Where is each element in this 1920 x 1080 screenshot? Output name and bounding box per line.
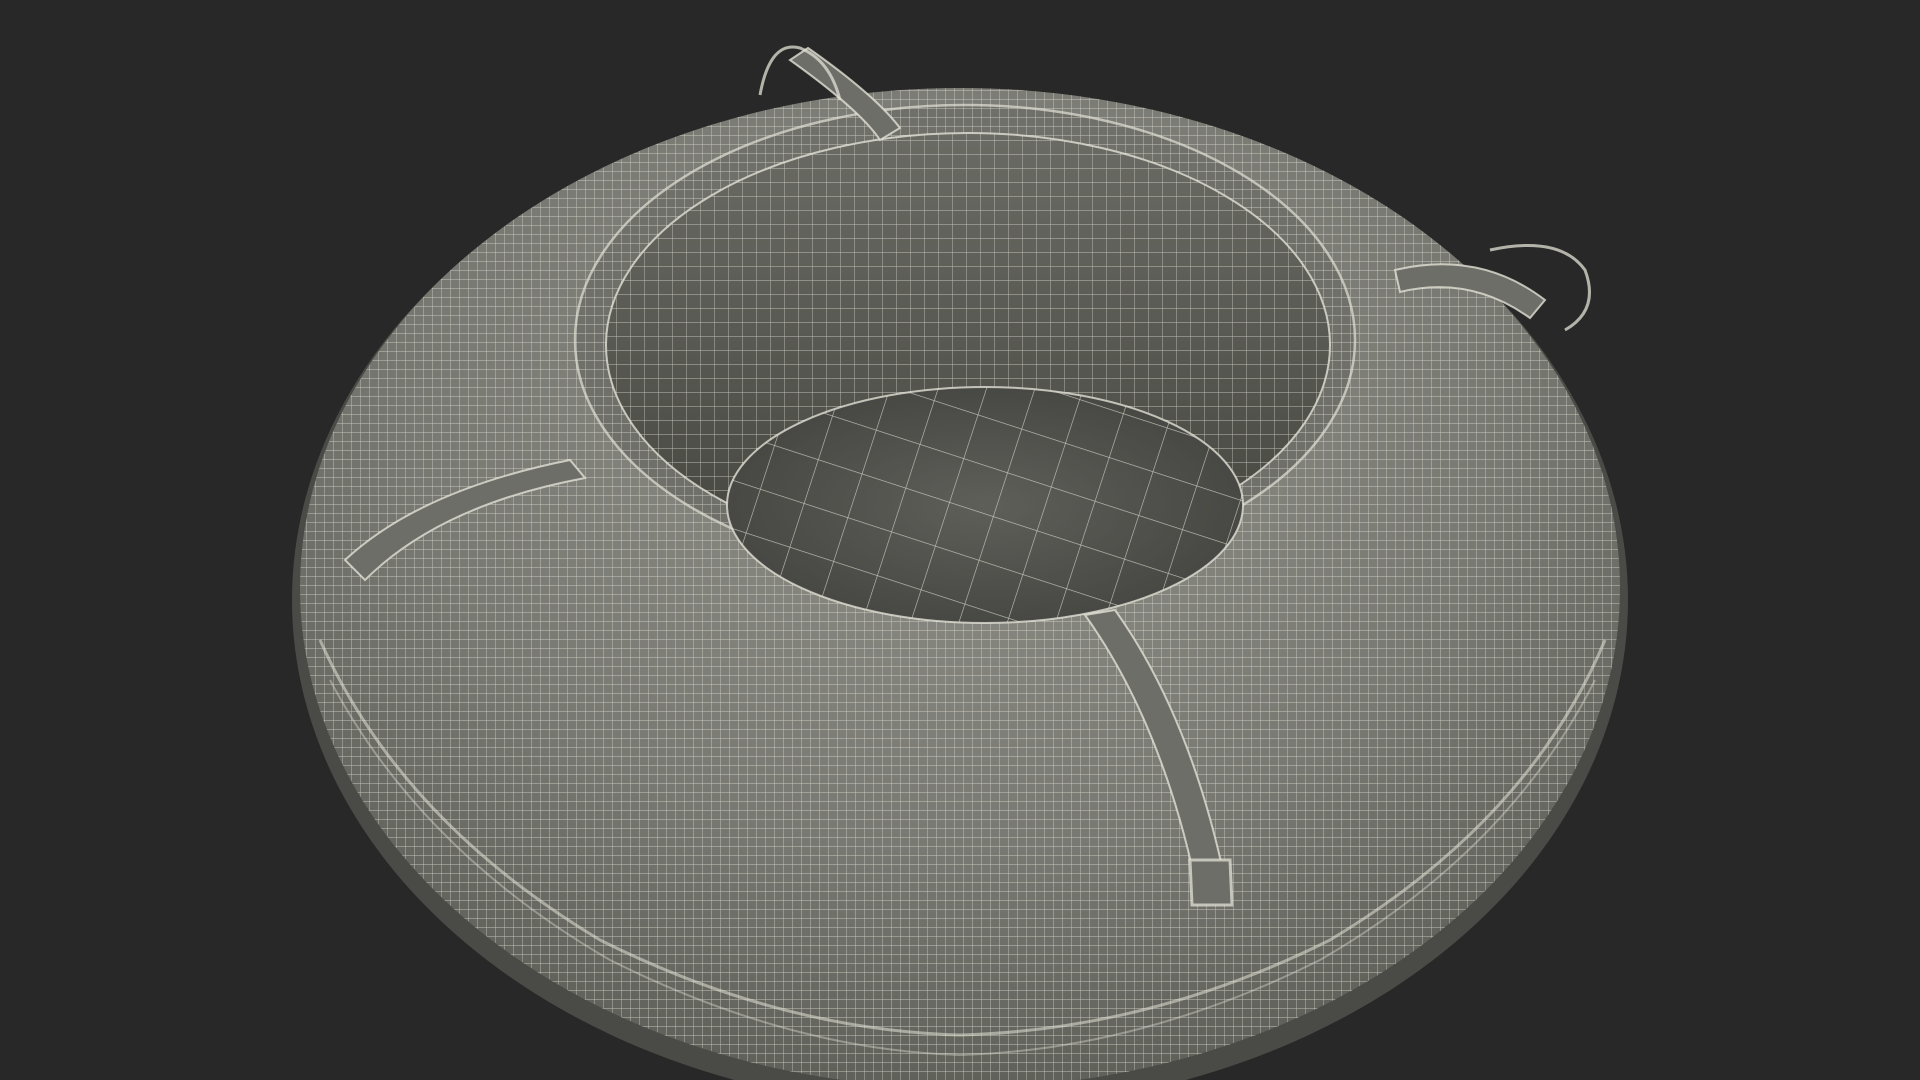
render-viewport: [0, 0, 1920, 1080]
center-hole: [726, 386, 1244, 624]
snow-tube-render: [292, 45, 1628, 1080]
